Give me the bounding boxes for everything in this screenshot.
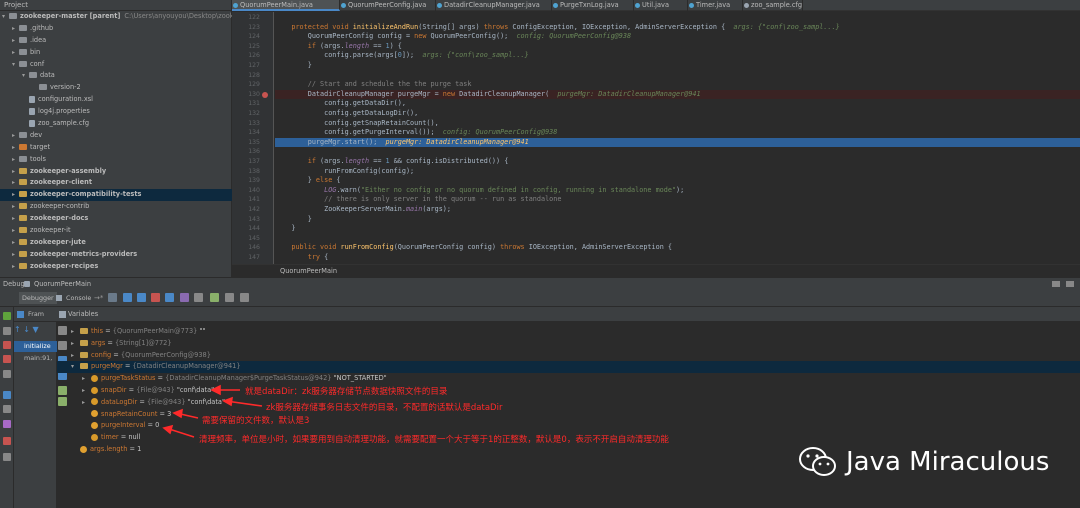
arrow-datalogdir-head xyxy=(222,396,233,407)
watermark: Java Miraculous xyxy=(798,443,1049,481)
arrow-purgeinterval-head xyxy=(162,424,174,435)
annotation-snapretain: 需要保留的文件数，默认是3 xyxy=(202,416,310,426)
annotation-snapdir: 就是dataDir：zk服务器存储节点数据快照文件的目录 xyxy=(245,387,448,397)
annotation-arrows xyxy=(162,384,263,438)
watermark-text: Java Miraculous xyxy=(846,447,1050,477)
annotation-purgeinterval: 清理频率，单位是小时，如果要用到自动清理功能，就需要配置一个大于等于1的正整数，… xyxy=(199,435,669,445)
arrow-snapretain-head xyxy=(172,408,183,419)
arrow-snapdir-head xyxy=(210,384,221,396)
annotation-datalogdir: zk服务器存储事务日志文件的目录，不配置的话默认是dataDir xyxy=(266,403,503,413)
wechat-logo-icon xyxy=(799,447,836,476)
